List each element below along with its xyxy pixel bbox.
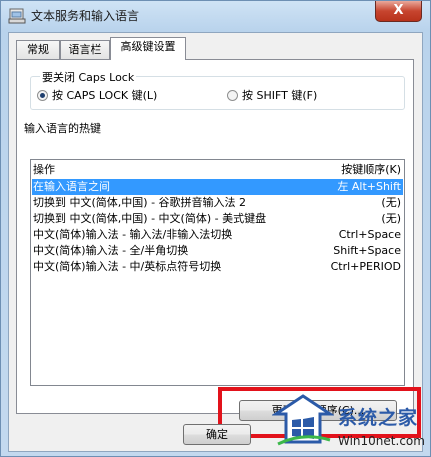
tab-label: 高级键设置 bbox=[120, 40, 176, 53]
hotkey-row[interactable]: 在输入语言之间 左 Alt+Shift bbox=[32, 179, 403, 195]
close-icon: X bbox=[393, 3, 404, 18]
hotkey-action: 中文(简体)输入法 - 输入法/非输入法切换 bbox=[33, 228, 233, 241]
hotkey-action: 在输入语言之间 bbox=[33, 180, 110, 193]
hotkey-keys: Shift+Space bbox=[333, 244, 401, 257]
hotkey-keys: (无) bbox=[381, 212, 401, 225]
watermark-brand: 系统之家 bbox=[338, 407, 419, 429]
hotkey-action: 切换到 中文(简体,中国) - 中文(简体) - 美式键盘 bbox=[33, 212, 267, 225]
list-header: 操作 按键顺序(K) bbox=[31, 160, 404, 178]
tab-panel-advanced: 要关闭 Caps Lock 按 CAPS LOCK 键(L) 按 SHIFT 键… bbox=[16, 59, 421, 438]
hotkey-row[interactable]: 切换到 中文(简体,中国) - 谷歌拼音输入法 2 (无) bbox=[32, 195, 403, 211]
title-bar[interactable]: 文本服务和输入语言 X bbox=[1, 1, 430, 31]
ok-button-label: 确定 bbox=[206, 428, 228, 441]
hotkey-action: 中文(简体)输入法 - 全/半角切换 bbox=[33, 244, 189, 257]
hotkeys-group-legend: 输入语言的热键 bbox=[22, 120, 103, 136]
shift-key-radio[interactable] bbox=[227, 90, 238, 101]
dialog-client-area: 常规 语言栏 高级键设置 要关闭 Caps Lock 按 CAPS LOCK 键… bbox=[8, 32, 423, 452]
caps-lock-key-label[interactable]: 按 CAPS LOCK 键(L) bbox=[52, 87, 157, 103]
hotkey-keys: (无) bbox=[381, 196, 401, 209]
ok-button[interactable]: 确定 bbox=[183, 424, 251, 445]
column-header-key-sequence: 按键顺序(K) bbox=[341, 163, 401, 176]
shift-key-label[interactable]: 按 SHIFT 键(F) bbox=[242, 87, 317, 103]
caps-lock-group-legend: 要关闭 Caps Lock bbox=[40, 69, 137, 85]
hotkey-keys: 左 Alt+Shift bbox=[337, 180, 401, 193]
caps-lock-key-radio[interactable] bbox=[37, 90, 48, 101]
hotkey-keys: Ctrl+Space bbox=[338, 228, 401, 241]
hotkey-row[interactable]: 中文(简体)输入法 - 中/英标点符号切换 Ctrl+PERIOD bbox=[32, 259, 403, 275]
caps-lock-group: 要关闭 Caps Lock 按 CAPS LOCK 键(L) 按 SHIFT 键… bbox=[30, 69, 405, 110]
tab-label: 语言栏 bbox=[68, 43, 102, 56]
hotkey-row[interactable]: 中文(简体)输入法 - 输入法/非输入法切换 Ctrl+Space bbox=[32, 227, 403, 243]
hotkey-row[interactable]: 中文(简体)输入法 - 全/半角切换 Shift+Space bbox=[32, 243, 403, 259]
tab-advanced-key-settings[interactable]: 高级键设置 bbox=[110, 37, 186, 60]
hotkeys-list[interactable]: 操作 按键顺序(K) 在输入语言之间 左 Alt+Shift 切换到 中文(简体… bbox=[30, 159, 405, 386]
close-button[interactable]: X bbox=[375, 1, 422, 22]
hotkey-action: 中文(简体)输入法 - 中/英标点符号切换 bbox=[33, 260, 222, 273]
hotkey-action: 切换到 中文(简体,中国) - 谷歌拼音输入法 2 bbox=[33, 196, 247, 209]
tab-general[interactable]: 常规 bbox=[16, 40, 60, 59]
window-title: 文本服务和输入语言 bbox=[31, 9, 140, 23]
watermark-logo-icon bbox=[272, 394, 334, 446]
hotkey-row[interactable]: 切换到 中文(简体,中国) - 中文(简体) - 美式键盘 (无) bbox=[32, 211, 403, 227]
dialog-window: 文本服务和输入语言 X 常规 语言栏 高级键设置 要关闭 Caps Lock 按… bbox=[0, 0, 431, 457]
column-header-action: 操作 bbox=[33, 163, 55, 176]
hotkey-keys: Ctrl+PERIOD bbox=[330, 260, 401, 273]
watermark-url: Win10net.com bbox=[338, 434, 425, 448]
tab-label: 常规 bbox=[27, 43, 49, 56]
tab-language-bar[interactable]: 语言栏 bbox=[60, 40, 110, 59]
keyboard-app-icon bbox=[8, 8, 26, 24]
